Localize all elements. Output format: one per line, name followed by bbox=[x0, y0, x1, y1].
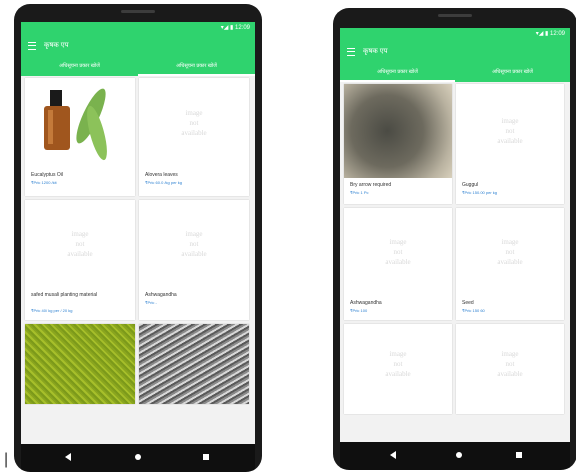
nav-bar bbox=[21, 444, 255, 472]
product-price: ₹Pric 1 Pc bbox=[350, 190, 369, 195]
menu-icon[interactable] bbox=[28, 42, 36, 50]
tab-second[interactable]: अधिसूचना प्रकार खोजें bbox=[138, 56, 255, 76]
product-title: Bry arrow required bbox=[350, 182, 392, 188]
tab-bar: अधिसूचना प्रकार खोजें अधिसूचना प्रकार खो… bbox=[21, 56, 255, 76]
product-price: ₹Pric 100 bbox=[350, 308, 368, 313]
app-bar: कृषक एप bbox=[21, 34, 255, 56]
green-seeds-image bbox=[25, 324, 135, 404]
app-bar: कृषक एप bbox=[340, 40, 570, 62]
home-icon[interactable] bbox=[135, 454, 141, 460]
tab-first[interactable]: अधिसूचना प्रकार खोजें bbox=[340, 62, 455, 82]
product-price: ₹Pric - bbox=[145, 300, 157, 305]
product-card[interactable]: image not available bbox=[456, 324, 564, 414]
right-screen: ▾◢ ▮ 12:09 कृषक एप अधिसूचना प्रकार खोजें… bbox=[340, 28, 570, 470]
recent-apps-icon[interactable] bbox=[516, 452, 522, 458]
product-title: safed musali planting material bbox=[31, 292, 98, 298]
speaker-grille bbox=[121, 10, 155, 13]
product-card[interactable]: image not available Alovera leaves ₹Pric… bbox=[139, 78, 249, 196]
product-price: ₹Pric 60.0 /kg per kg bbox=[145, 180, 183, 185]
home-icon[interactable] bbox=[456, 452, 462, 458]
image-not-available: image not available bbox=[497, 350, 523, 378]
tab-first[interactable]: अधिसूचना प्रकार खोजें bbox=[21, 56, 138, 76]
status-text: ▾◢ ▮ 12:09 bbox=[220, 25, 250, 31]
image-not-available: image not available bbox=[385, 350, 411, 378]
eucalyptus-oil-illustration bbox=[44, 88, 107, 161]
back-icon[interactable] bbox=[390, 451, 396, 459]
back-icon[interactable] bbox=[65, 453, 71, 461]
menu-icon[interactable] bbox=[347, 48, 355, 56]
left-screen: ▾◢ ▮ 12:09 कृषक एप अधिसूचना प्रकार खोजें… bbox=[21, 22, 255, 472]
grey-seeds-image bbox=[139, 324, 249, 404]
status-text: ▾◢ ▮ 12:09 bbox=[535, 31, 565, 37]
product-card[interactable]: Eucalyptus Oil ₹Pric 1200 /kit bbox=[25, 78, 135, 196]
speaker-grille bbox=[438, 14, 472, 17]
product-title: Ashwagandha bbox=[350, 300, 382, 306]
eucalyptus-oil-image bbox=[25, 78, 135, 168]
product-price: ₹Pric 150 60 bbox=[462, 308, 485, 313]
product-card[interactable]: image not available Ashwagandha ₹Pric 10… bbox=[344, 208, 452, 320]
image-not-available: image not available bbox=[497, 238, 523, 266]
tab-bar: अधिसूचना प्रकार खोजें अधिसूचना प्रकार खो… bbox=[340, 62, 570, 82]
product-price: ₹Pric 150.00 per kg bbox=[462, 190, 498, 195]
product-grid: Eucalyptus Oil ₹Pric 1200 /kit image not… bbox=[21, 76, 255, 444]
status-bar: ▾◢ ▮ 12:09 bbox=[340, 28, 570, 40]
image-not-available: image not available bbox=[385, 238, 411, 266]
product-price: ₹Pric 40/ kg per / 20 kg bbox=[31, 308, 73, 313]
product-title: Eucalyptus Oil bbox=[31, 172, 63, 178]
dark-grain-image bbox=[344, 84, 452, 178]
recent-apps-icon[interactable] bbox=[203, 454, 209, 460]
product-price: ₹Pric 1200 /kit bbox=[31, 180, 57, 185]
product-card[interactable] bbox=[25, 324, 135, 404]
product-card[interactable]: image not available Seed ₹Pric 150 60 bbox=[456, 208, 564, 320]
app-title: कृषक एप bbox=[44, 42, 69, 49]
product-card[interactable]: image not available Guggul ₹Pric 150.00 … bbox=[456, 84, 564, 204]
right-phone: ▾◢ ▮ 12:09 कृषक एप अधिसूचना प्रकार खोजें… bbox=[333, 8, 576, 470]
product-title: Seed bbox=[462, 300, 474, 306]
nav-bar bbox=[340, 442, 570, 470]
stray-mark: | bbox=[4, 451, 9, 468]
product-card[interactable]: image not available safed musali plantin… bbox=[25, 200, 135, 320]
tab-second[interactable]: अधिसूचना प्रकार खोजें bbox=[455, 62, 570, 82]
product-card[interactable]: Bry arrow required ₹Pric 1 Pc bbox=[344, 84, 452, 204]
image-not-available: image not available bbox=[497, 117, 523, 145]
product-grid: Bry arrow required ₹Pric 1 Pc image not … bbox=[340, 82, 570, 442]
app-title: कृषक एप bbox=[363, 48, 388, 55]
status-bar: ▾◢ ▮ 12:09 bbox=[21, 22, 255, 34]
product-title: Alovera leaves bbox=[145, 172, 178, 178]
product-card[interactable] bbox=[139, 324, 249, 404]
left-phone: ▾◢ ▮ 12:09 कृषक एप अधिसूचना प्रकार खोजें… bbox=[14, 4, 262, 472]
product-title: Guggul bbox=[462, 182, 479, 188]
product-card[interactable]: image not available bbox=[344, 324, 452, 414]
image-not-available: image not available bbox=[67, 230, 93, 258]
image-not-available: image not available bbox=[181, 230, 207, 258]
product-title: Ashwagandha bbox=[145, 292, 177, 298]
image-not-available: image not available bbox=[181, 109, 207, 137]
product-card[interactable]: image not available Ashwagandha ₹Pric - bbox=[139, 200, 249, 320]
